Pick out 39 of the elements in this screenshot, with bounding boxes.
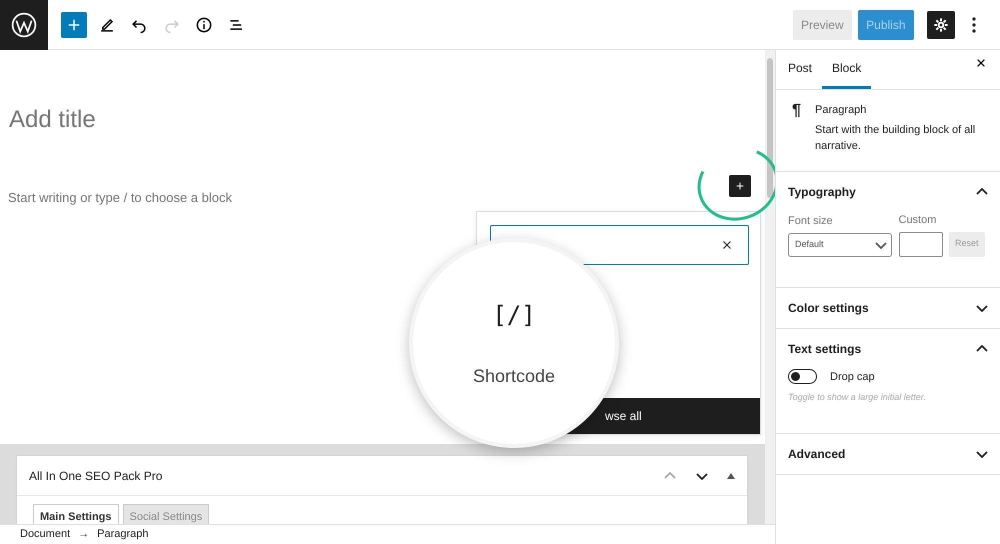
drop-cap-toggle[interactable] <box>788 369 817 384</box>
block-description: Start with the building block of all narrative. <box>815 122 976 154</box>
panel-header[interactable]: Advanced <box>776 434 1000 474</box>
field-label: Font size <box>788 214 834 229</box>
chevron-down-icon <box>976 304 988 312</box>
block-title: Paragraph <box>815 103 868 118</box>
block-placeholder[interactable]: Start writing or type / to choose a block <box>0 138 765 208</box>
help-text: Toggle to show a large initial letter. <box>788 391 927 404</box>
toggle-label: Drop cap <box>830 370 875 384</box>
panel-header[interactable]: Text settings <box>776 328 1000 368</box>
shortcode-label: Shortcode <box>472 364 556 388</box>
add-block-button[interactable] <box>729 175 751 197</box>
info-icon[interactable] <box>194 14 214 34</box>
settings-button[interactable] <box>926 10 954 38</box>
more-icon[interactable] <box>972 16 976 32</box>
chevron-down-icon <box>875 240 887 248</box>
metabox-title: All In One SEO Pack Pro <box>29 468 162 484</box>
metabox-tab[interactable]: Main Settings <box>33 504 119 524</box>
chevron-down-icon[interactable] <box>696 472 708 480</box>
chevron-up-icon <box>976 188 988 196</box>
panel-header[interactable]: Color settings <box>776 288 1000 328</box>
chevron-down-icon <box>976 450 988 458</box>
font-size-select[interactable]: Default <box>788 232 892 256</box>
breadcrumb-item[interactable]: Document <box>20 526 70 543</box>
collapse-icon[interactable] <box>727 472 735 478</box>
field-label: Custom <box>898 212 938 228</box>
logo-icon[interactable] <box>11 12 37 38</box>
title-field[interactable]: Add title <box>0 50 765 138</box>
shortcode-icon: [/] <box>492 296 536 332</box>
custom-size-field[interactable] <box>898 232 942 256</box>
sidebar-tab[interactable]: Block <box>822 50 872 89</box>
chevron-up-icon <box>976 344 988 352</box>
settings-icon <box>932 16 948 32</box>
paragraph-icon: ¶ <box>792 102 802 155</box>
breadcrumb-item[interactable]: Paragraph <box>97 526 149 543</box>
scrollbar[interactable] <box>765 50 775 524</box>
panel-header[interactable]: Typography <box>776 172 1000 212</box>
sidebar-tab[interactable]: Post <box>778 50 822 89</box>
breadcrumb-separator: → <box>78 527 90 542</box>
